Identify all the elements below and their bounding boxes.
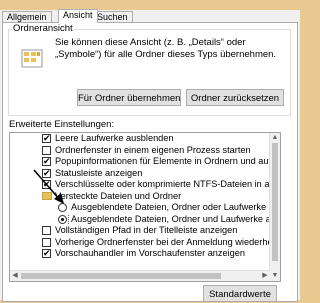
setting-checkbox[interactable] [42,226,51,235]
setting-label: Ausgeblendete Dateien, Ordner und Laufwe… [68,213,280,225]
setting-label: Ordnerfenster in einem eigenen Prozess s… [55,144,251,155]
setting-label: Ausgeblendete Dateien, Ordner oder Laufw… [71,202,280,212]
scroll-left-icon[interactable]: ◀ [10,271,20,281]
setting-checkbox[interactable] [42,145,51,155]
tab-bar: Allgemein Ansicht Suchen [0,9,300,23]
advanced-setting-item[interactable]: Statusleiste anzeigen [10,168,280,180]
setting-label: Vorherige Ordnerfenster bei der Anmeldun… [55,236,280,247]
setting-checkbox[interactable] [42,248,51,259]
setting-checkbox[interactable] [42,156,51,167]
setting-radio-button[interactable] [58,214,67,224]
setting-checkbox[interactable] [42,179,51,190]
advanced-setting-item[interactable]: Popupinformationen für Elemente in Ordne… [10,156,280,168]
reset-folders-button[interactable]: Ordner zurücksetzen [186,89,284,106]
description-line: Sie können diese Ansicht (z. B. „Details… [55,37,246,48]
setting-radio-button[interactable] [58,203,67,212]
scroll-right-icon[interactable]: ▶ [260,271,270,281]
restore-defaults-button[interactable]: Standardwerte [203,285,277,302]
tab-view[interactable]: Ansicht [58,9,98,23]
advanced-setting-item[interactable]: Vorschauhandler im Vorschaufenster anzei… [10,248,280,260]
folder-icon [42,191,52,200]
advanced-setting-item[interactable]: Ordnerfenster in einem eigenen Prozess s… [10,145,280,157]
horizontal-scrollbar[interactable]: ◀ ▶ [10,270,270,281]
setting-label: Vorschauhandler im Vorschaufenster anzei… [55,248,245,258]
advanced-setting-item[interactable]: Verschlüsselte oder komprimierte NTFS-Da… [10,179,280,191]
setting-checkbox[interactable] [42,133,51,144]
scroll-up-icon[interactable]: ▲ [270,133,280,143]
scroll-thumb[interactable] [272,143,278,261]
advanced-setting-item[interactable]: Versteckte Dateien und Ordner [10,191,280,203]
advanced-settings-list[interactable]: Leere Laufwerke ausblendenOrdnerfenster … [9,132,281,282]
horizontal-scroll-thumb[interactable] [21,273,221,279]
setting-label: Statusleiste anzeigen [55,167,143,178]
advanced-setting-item[interactable]: Ausgeblendete Dateien, Ordner oder Laufw… [10,202,280,214]
scroll-down-icon[interactable]: ▼ [270,271,280,281]
folder-view-title: Ordneransicht [12,23,74,34]
setting-checkbox[interactable] [42,168,51,179]
setting-checkbox[interactable] [42,237,51,247]
setting-label: Leere Laufwerke ausblenden [55,133,174,143]
folder-options-dialog: Allgemein Ansicht Suchen Ordneransicht S… [0,9,300,302]
advanced-settings-title: Erweiterte Einstellungen: [9,119,115,130]
setting-label: Versteckte Dateien und Ordner [55,190,182,201]
tab-content-view: Ordneransicht Sie können diese Ansicht (… [2,22,298,302]
folder-view-description: Sie können diese Ansicht (z. B. „Details… [55,37,285,61]
folder-view-icon [21,49,43,68]
apply-to-folders-button[interactable]: Für Ordner übernehmen [77,89,181,106]
advanced-setting-item[interactable]: Vorherige Ordnerfenster bei der Anmeldun… [10,237,280,249]
setting-label: Vollständigen Pfad in der Titelleiste an… [55,225,238,235]
setting-label: Verschlüsselte oder komprimierte NTFS-Da… [55,179,280,189]
advanced-setting-item[interactable]: Vollständigen Pfad in der Titelleiste an… [10,225,280,237]
setting-label: Popupinformationen für Elemente in Ordne… [55,156,280,166]
advanced-setting-item[interactable]: Leere Laufwerke ausblenden [10,133,280,145]
folder-view-group: Ordneransicht Sie können diese Ansicht (… [8,23,291,116]
vertical-scrollbar[interactable]: ▲ ▼ [269,133,280,281]
advanced-setting-item[interactable]: Ausgeblendete Dateien, Ordner und Laufwe… [10,213,280,225]
advanced-settings-items: Leere Laufwerke ausblendenOrdnerfenster … [10,133,280,260]
description-line: „Symbole“) für alle Ordner dieses Typs ü… [55,49,277,60]
